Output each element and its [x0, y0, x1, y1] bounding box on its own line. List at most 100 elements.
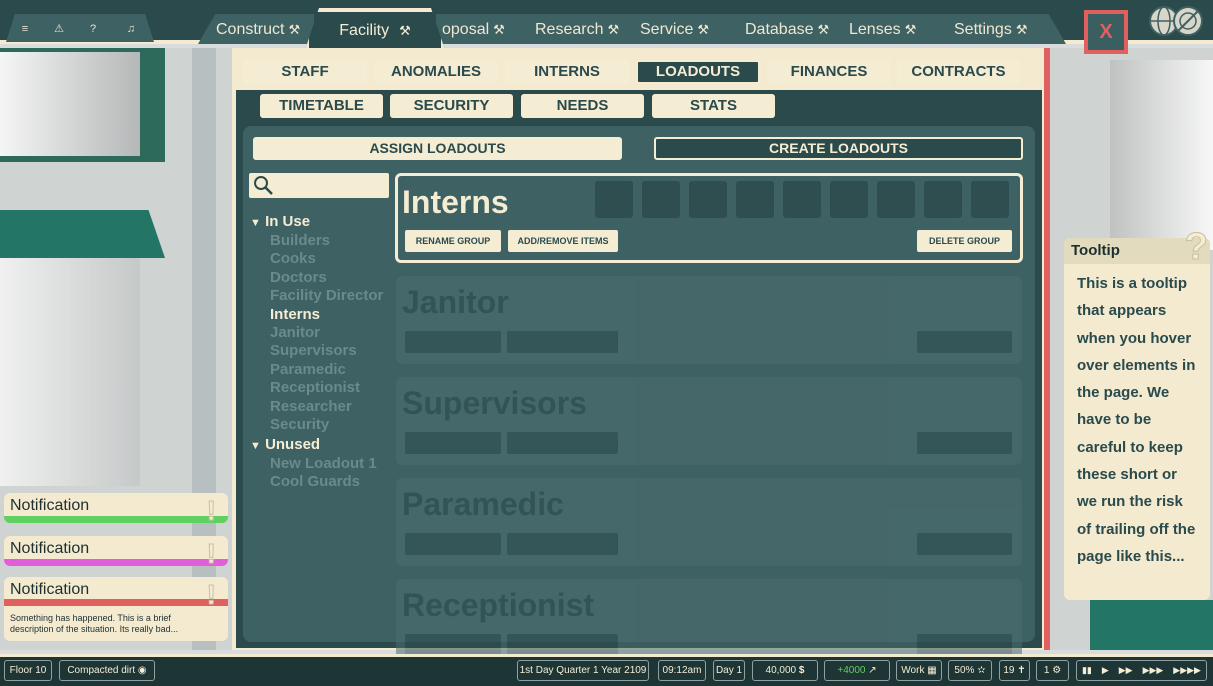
tree-group-in-use[interactable]: ▼ In Use — [250, 213, 310, 230]
delete-group-button[interactable]: DELETE GROUP — [917, 230, 1012, 252]
terrain-indicator[interactable]: Compacted dirt ◉ — [59, 660, 155, 681]
menu-icon[interactable]: ≡ — [18, 22, 32, 36]
notification[interactable]: Notification! Something has happened. Thi… — [4, 577, 228, 641]
add-remove-items-button[interactable] — [507, 533, 618, 555]
exclamation-icon: ! — [206, 579, 216, 611]
tab-service[interactable]: Service ⚒ — [640, 14, 709, 44]
rename-group-button[interactable] — [405, 634, 501, 656]
assign-loadouts-button[interactable]: ASSIGN LOADOUTS — [253, 137, 622, 160]
tree-item[interactable]: Receptionist — [270, 379, 360, 396]
delete-group-button[interactable] — [917, 634, 1012, 656]
item-slot[interactable] — [736, 181, 774, 218]
tools-icon: ⚒ — [1015, 22, 1028, 37]
tree-item[interactable]: Facility Director — [270, 287, 383, 304]
triangle-down-icon: ▼ — [250, 440, 261, 452]
tooltip: Tooltip ? This is a tooltip that appears… — [1064, 226, 1210, 600]
subtab-timetable[interactable]: TIMETABLE — [260, 94, 383, 118]
subtab-needs[interactable]: NEEDS — [521, 94, 644, 118]
subtab-staff[interactable]: STAFF — [243, 60, 367, 84]
item-slot[interactable] — [830, 181, 868, 218]
background-window-3 — [1110, 60, 1213, 250]
loadout-card-title: Supervisors — [402, 385, 587, 421]
rename-group-button[interactable] — [405, 533, 501, 555]
speed-4-icon[interactable]: ▶▶▶▶ — [1173, 661, 1201, 680]
notification[interactable]: Notification! — [4, 493, 228, 527]
tab-oposal[interactable]: oposal ⚒ — [442, 14, 505, 44]
create-loadouts-button[interactable]: CREATE LOADOUTS — [654, 137, 1023, 160]
speed-1-icon[interactable]: ▶ — [1102, 661, 1109, 680]
active-card-title: Interns — [402, 184, 509, 220]
mode-label: Work — [901, 665, 925, 676]
loadout-card[interactable]: Janitor — [396, 276, 1022, 364]
tree-item[interactable]: Cool Guards — [270, 473, 360, 490]
tree-item[interactable]: Paramedic — [270, 361, 346, 378]
add-remove-items-button[interactable] — [507, 331, 618, 353]
delete-group-button[interactable] — [917, 533, 1012, 555]
tree-item[interactable]: Security — [270, 416, 329, 433]
add-remove-items-button[interactable] — [507, 634, 618, 656]
tools-icon: ⚒ — [697, 22, 710, 37]
subtab-interns[interactable]: INTERNS — [505, 60, 629, 84]
warning-icon[interactable]: ⚠ — [52, 22, 66, 36]
mode-display[interactable]: Work ▦ — [896, 660, 942, 681]
notification[interactable]: Notification! — [4, 536, 228, 570]
pause-icon[interactable]: ▮▮ — [1082, 661, 1092, 680]
tree-item[interactable]: Doctors — [270, 269, 327, 286]
tree-item[interactable]: Cooks — [270, 250, 316, 267]
globe-icon[interactable] — [1148, 4, 1204, 38]
item-slot[interactable] — [783, 181, 821, 218]
notification-title: Notification — [10, 540, 90, 557]
subtab-finances[interactable]: FINANCES — [767, 60, 891, 84]
loadout-card-title: Janitor — [402, 284, 509, 320]
right-panel-border — [1044, 48, 1050, 650]
help-icon[interactable]: ? — [86, 22, 100, 36]
tools-icon: ⚒ — [288, 22, 301, 37]
rename-group-button[interactable] — [405, 331, 501, 353]
add-remove-items-button[interactable] — [507, 432, 618, 454]
loadout-card[interactable]: Supervisors — [396, 377, 1022, 465]
subtab-loadouts[interactable]: LOADOUTS — [636, 60, 760, 84]
item-slot[interactable] — [689, 181, 727, 218]
tooltip-body: This is a tooltip that appears when you … — [1077, 275, 1196, 565]
background-awning — [0, 210, 165, 258]
calendar-icon: ▦ — [927, 665, 937, 676]
tab-settings[interactable]: Settings ⚒ — [954, 14, 1027, 44]
item-slot[interactable] — [877, 181, 915, 218]
rename-group-button[interactable] — [405, 432, 501, 454]
loadout-card[interactable]: Paramedic — [396, 478, 1022, 566]
subtab-stats[interactable]: STATS — [652, 94, 775, 118]
subtab-anomalies[interactable]: ANOMALIES — [374, 60, 498, 84]
tree-item[interactable]: Supervisors — [270, 342, 357, 359]
notification-bar — [4, 559, 228, 566]
tree-group-unused[interactable]: ▼ Unused — [250, 436, 320, 453]
tab-lenses[interactable]: Lenses ⚒ — [849, 14, 916, 44]
tree-item[interactable]: Researcher — [270, 398, 352, 415]
item-slot[interactable] — [642, 181, 680, 218]
tree-item[interactable]: Interns — [270, 306, 320, 323]
rename-group-button[interactable]: RENAME GROUP — [405, 230, 501, 252]
item-slot[interactable] — [971, 181, 1009, 218]
tab-database[interactable]: Database ⚒ — [745, 14, 829, 44]
speed-3-icon[interactable]: ▶▶▶ — [1143, 661, 1164, 680]
delete-group-button[interactable] — [917, 331, 1012, 353]
subtab-contracts[interactable]: CONTRACTS — [897, 60, 1020, 84]
tree-item[interactable]: New Loadout 1 — [270, 455, 377, 472]
question-icon: ? — [1184, 226, 1208, 269]
close-button[interactable]: X — [1084, 10, 1128, 54]
add-remove-items-button[interactable]: ADD/REMOVE ITEMS — [508, 230, 618, 252]
tab-construct[interactable]: Construct ⚒ — [216, 14, 300, 44]
tree-item[interactable]: Builders — [270, 232, 330, 249]
item-slot[interactable] — [924, 181, 962, 218]
background-window-4 — [1090, 600, 1213, 650]
gear-icon: ⚙ — [1052, 665, 1062, 676]
speed-2-icon[interactable]: ▶▶ — [1119, 661, 1133, 680]
tree-item[interactable]: Janitor — [270, 324, 320, 341]
tab-research[interactable]: Research ⚒ — [535, 14, 619, 44]
bell-icon[interactable]: ♫ — [124, 22, 138, 36]
tab-facility[interactable]: Facility ⚒ — [314, 12, 436, 48]
subtab-security[interactable]: SECURITY — [390, 94, 513, 118]
delete-group-button[interactable] — [917, 432, 1012, 454]
item-slot[interactable] — [595, 181, 633, 218]
percent-value: 50% — [954, 665, 975, 676]
floor-indicator[interactable]: Floor 10 — [4, 660, 52, 681]
